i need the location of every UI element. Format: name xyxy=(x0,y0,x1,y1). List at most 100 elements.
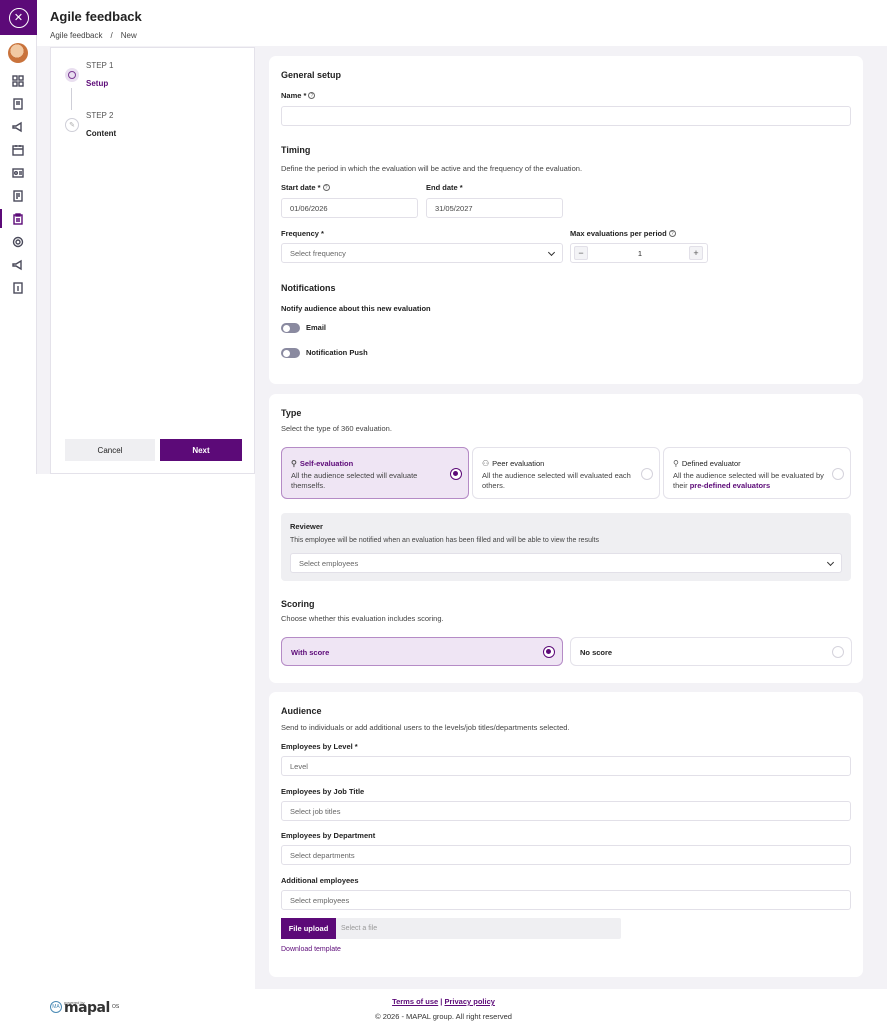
step-content[interactable]: ✎ STEP 2 Content xyxy=(65,111,116,138)
megaphone-icon xyxy=(12,121,22,132)
start-date-label-text: Start date * xyxy=(281,183,321,192)
pre-defined-evaluators-link[interactable]: pre-defined evaluators xyxy=(690,481,770,490)
info-icon[interactable]: ? xyxy=(668,230,676,237)
nav-evaluations[interactable] xyxy=(0,207,36,230)
step-label: Content xyxy=(86,129,117,138)
push-toggle-label: Notification Push xyxy=(306,348,368,357)
nav-bookmarks[interactable] xyxy=(0,92,36,115)
option-title: ⚲ Defined evaluator xyxy=(673,459,741,468)
avatar[interactable] xyxy=(8,43,28,63)
breadcrumb-current: New xyxy=(120,31,137,40)
bookmark-icon xyxy=(13,97,23,110)
calendar-icon xyxy=(12,144,24,156)
nav-info[interactable] xyxy=(0,276,36,299)
reviewer-panel: Reviewer This employee will be notified … xyxy=(281,513,851,581)
department-input[interactable]: Select departments xyxy=(281,845,851,865)
nav-announcements[interactable] xyxy=(0,115,36,138)
next-button[interactable]: Next xyxy=(160,439,242,461)
max-evaluations-label-text: Max evaluations per period xyxy=(570,229,667,238)
info-icon[interactable]: ? xyxy=(308,92,316,99)
nav-settings[interactable] xyxy=(0,230,36,253)
nav-campaigns[interactable] xyxy=(0,253,36,276)
type-option-self-evaluation[interactable]: ⚲ Self-evaluation All the audience select… xyxy=(281,447,469,499)
with-score-radio[interactable] xyxy=(543,646,555,658)
info-icon[interactable]: ? xyxy=(322,184,330,191)
peer-evaluation-radio[interactable] xyxy=(641,468,653,480)
level-label: Employees by Level * xyxy=(281,742,358,751)
cancel-button[interactable]: Cancel xyxy=(65,439,155,461)
option-title-text: Peer evaluation xyxy=(492,459,545,468)
self-evaluation-radio[interactable] xyxy=(450,468,462,480)
document-icon xyxy=(13,189,23,202)
audience-description: Send to individuals or add additional us… xyxy=(281,723,570,732)
settings-icon xyxy=(12,236,24,247)
end-date-input[interactable]: 31/05/2027 xyxy=(426,198,563,218)
topbar: Agile feedback Agile feedback / New xyxy=(37,0,887,46)
audience-title: Audience xyxy=(281,706,322,716)
frequency-label: Frequency * xyxy=(281,229,324,238)
id-card-icon xyxy=(12,167,24,178)
additional-employees-label: Additional employees xyxy=(281,876,359,885)
option-description: All the audience selected will evaluated… xyxy=(482,471,631,490)
type-option-defined-evaluator[interactable]: ⚲ Defined evaluator All the audience sele… xyxy=(663,447,851,499)
option-description: All the audience selected will evaluate … xyxy=(291,471,418,490)
step-label: Setup xyxy=(86,79,109,88)
file-upload-button[interactable]: File upload xyxy=(281,918,336,939)
email-toggle[interactable] xyxy=(281,323,300,333)
file-upload-field[interactable]: File upload Select a file xyxy=(281,918,621,939)
left-background xyxy=(0,474,255,989)
job-title-label: Employees by Job Title xyxy=(281,787,365,796)
nav-calendar[interactable] xyxy=(0,138,36,161)
reviewer-title: Reviewer xyxy=(290,522,323,531)
chevron-down-icon xyxy=(826,558,835,567)
option-title: No score xyxy=(580,648,613,657)
push-toggle[interactable] xyxy=(281,348,300,358)
start-date-input[interactable]: 01/06/2026 xyxy=(281,198,418,218)
type-description: Select the type of 360 evaluation. xyxy=(281,424,392,433)
scoring-option-no-score[interactable]: No score xyxy=(570,637,852,666)
type-title: Type xyxy=(281,408,302,418)
name-input[interactable] xyxy=(281,106,851,126)
person-check-icon: ⚲ xyxy=(673,459,679,468)
reviewer-placeholder: Select employees xyxy=(299,558,359,568)
step-number: STEP 1 xyxy=(86,61,114,70)
notifications-title: Notifications xyxy=(281,283,336,293)
nav-dashboard[interactable] xyxy=(0,69,36,92)
name-label: Name *? xyxy=(281,91,316,100)
general-setup-title: General setup xyxy=(281,70,342,80)
privacy-link[interactable]: Privacy policy xyxy=(444,997,494,1006)
nav-documents[interactable] xyxy=(0,184,36,207)
job-title-input[interactable]: Select job titles xyxy=(281,801,851,821)
start-date-label: Start date *? xyxy=(281,183,330,192)
audience-card: Audience Send to individuals or add addi… xyxy=(269,692,863,977)
option-title: ⚇ Peer evaluation xyxy=(482,459,544,468)
nav-employees[interactable] xyxy=(0,161,36,184)
info-icon xyxy=(13,281,23,294)
option-description: All the audience selected will be evalua… xyxy=(673,471,833,491)
dashboard-icon xyxy=(12,74,24,87)
breadcrumb-separator: / xyxy=(110,31,113,40)
scoring-option-with-score[interactable]: With score xyxy=(281,637,563,666)
increment-button[interactable]: + xyxy=(689,246,703,260)
people-icon: ⚇ xyxy=(482,459,490,468)
type-option-peer-evaluation[interactable]: ⚇ Peer evaluation All the audience select… xyxy=(472,447,660,499)
frequency-placeholder: Select frequency xyxy=(290,248,346,258)
megaphone-icon xyxy=(12,259,22,270)
level-input[interactable]: Level xyxy=(281,756,851,776)
timing-description: Define the period in which the evaluatio… xyxy=(281,164,583,173)
download-template-link[interactable]: Download template xyxy=(281,946,341,953)
step-connector xyxy=(71,88,72,110)
no-score-radio[interactable] xyxy=(832,646,844,658)
type-card: Type Select the type of 360 evaluation. … xyxy=(269,394,863,683)
defined-evaluator-radio[interactable] xyxy=(832,468,844,480)
breadcrumb-parent[interactable]: Agile feedback xyxy=(50,31,102,40)
reviewer-select[interactable]: Select employees xyxy=(290,553,842,573)
additional-employees-input[interactable]: Select employees xyxy=(281,890,851,910)
terms-link[interactable]: Terms of use xyxy=(392,997,438,1006)
app-logo[interactable]: ✕ xyxy=(0,0,37,35)
step-setup[interactable]: STEP 1 Setup xyxy=(65,61,113,88)
max-evaluations-label: Max evaluations per period? xyxy=(570,229,676,238)
end-date-label: End date * xyxy=(426,183,463,192)
frequency-select[interactable]: Select frequency xyxy=(281,243,563,263)
breadcrumb: Agile feedback / New xyxy=(50,31,137,40)
